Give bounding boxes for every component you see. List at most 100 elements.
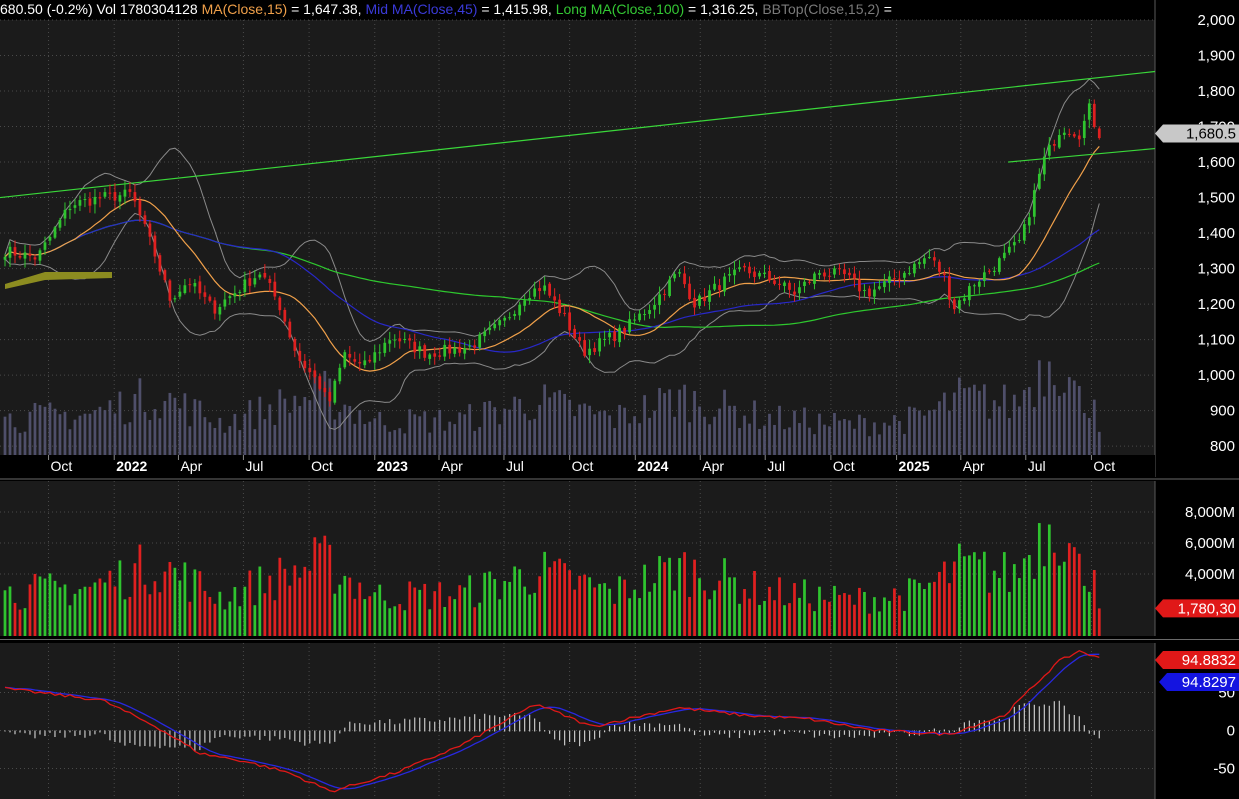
volume-bar[interactable] [133,563,137,636]
volume-bar[interactable] [928,582,931,636]
volume-bar[interactable] [948,583,951,636]
volume-bar[interactable] [8,586,12,636]
volume-bar[interactable] [208,596,212,636]
volume-bar[interactable] [538,576,542,636]
volume-bar[interactable] [513,566,517,636]
volume-bar[interactable] [168,561,172,636]
header-ma-short-label[interactable]: MA(Close,15) [202,1,288,17]
volume-bar[interactable] [853,604,856,636]
volume-bar[interactable] [18,609,22,636]
volume-bar[interactable] [987,592,991,636]
volume-bar[interactable] [773,600,776,636]
volume-bar[interactable] [893,588,896,636]
volume-bar[interactable] [253,605,257,636]
volume-bar[interactable] [1087,591,1091,636]
volume-bar[interactable] [348,577,352,636]
volume-bar[interactable] [663,562,666,636]
volume-bar[interactable] [453,599,457,636]
volume-bar[interactable] [738,603,741,636]
volume-pane[interactable] [0,481,1155,636]
volume-bar[interactable] [83,586,87,636]
volume-bar[interactable] [678,558,681,636]
volume-bar[interactable] [243,586,247,636]
volume-bar[interactable] [328,544,332,636]
volume-bar[interactable] [413,587,417,636]
volume-bar[interactable] [13,602,17,636]
volume-bar[interactable] [323,535,327,636]
volume-bar[interactable] [63,584,67,636]
volume-bar[interactable] [43,578,47,636]
volume-bar[interactable] [818,586,821,636]
volume-bar[interactable] [583,574,586,636]
volume-bar[interactable] [1027,555,1031,636]
volume-bar[interactable] [138,544,142,636]
stock-chart[interactable]: Oct 2022 Apr Jul Oct 2023 Apr Jul Oct 2024 Apr Jul O… [0,0,1239,799]
volume-bar[interactable] [1062,561,1066,636]
volume-bar[interactable] [653,583,656,636]
volume-bar[interactable] [273,600,277,636]
volume-bar[interactable] [363,599,367,636]
volume-bar[interactable] [233,587,237,636]
volume-bar[interactable] [633,589,636,636]
volume-bar[interactable] [743,589,746,636]
volume-bar[interactable] [683,552,686,636]
volume-bar[interactable] [703,590,706,636]
volume-bar[interactable] [803,579,806,636]
volume-bar[interactable] [3,590,7,636]
volume-bar[interactable] [258,566,262,636]
volume-bar[interactable] [1002,552,1006,636]
volume-bar[interactable] [548,567,552,636]
volume-bar[interactable] [458,585,462,636]
volume-bar[interactable] [1032,578,1036,636]
volume-bar[interactable] [643,564,646,636]
volume-bar[interactable] [183,562,187,636]
volume-bar[interactable] [108,570,112,636]
volume-bar[interactable] [1082,585,1086,636]
volume-bar[interactable] [563,563,567,636]
volume-bar[interactable] [268,575,272,636]
volume-bar[interactable] [153,581,157,636]
volume-bar[interactable] [483,572,487,636]
price-candle[interactable] [1092,99,1096,129]
price-pane[interactable] [0,20,1155,455]
volume-bar[interactable] [997,578,1001,636]
volume-bar[interactable] [977,559,981,636]
volume-bar[interactable] [943,561,946,636]
volume-bar[interactable] [523,586,527,636]
volume-bar[interactable] [198,571,202,636]
volume-bar[interactable] [48,573,52,636]
volume-bar[interactable] [918,582,921,636]
volume-bar[interactable] [308,570,312,636]
volume-bar[interactable] [648,591,651,636]
volume-bar[interactable] [1012,564,1016,636]
volume-bar[interactable] [543,551,547,636]
price-candle[interactable] [333,378,337,405]
volume-bar[interactable] [73,593,77,636]
volume-bar[interactable] [598,583,601,636]
volume-bar[interactable] [1077,553,1081,636]
volume-bar[interactable] [933,581,936,636]
volume-bar[interactable] [673,590,676,636]
volume-bar[interactable] [798,597,801,636]
volume-bar[interactable] [428,609,432,636]
volume-bar[interactable] [783,605,786,636]
volume-bar[interactable] [333,593,337,636]
volume-bar[interactable] [858,587,861,636]
volume-bar[interactable] [898,595,901,636]
volume-bar[interactable] [863,591,866,636]
volume-bar[interactable] [698,578,701,636]
volume-bar[interactable] [878,611,881,636]
volume-bar[interactable] [718,580,721,636]
volume-bar[interactable] [103,582,107,636]
volume-bar[interactable] [223,609,227,636]
volume-bar[interactable] [982,551,986,636]
volume-bar[interactable] [1052,552,1056,636]
volume-bar[interactable] [618,576,621,636]
price-candle[interactable] [548,281,552,298]
volume-bar[interactable] [508,581,512,636]
volume-bar[interactable] [708,599,711,636]
volume-bar[interactable] [768,586,771,636]
volume-bar[interactable] [963,556,966,636]
volume-bar[interactable] [518,569,522,636]
volume-bar[interactable] [908,578,911,636]
